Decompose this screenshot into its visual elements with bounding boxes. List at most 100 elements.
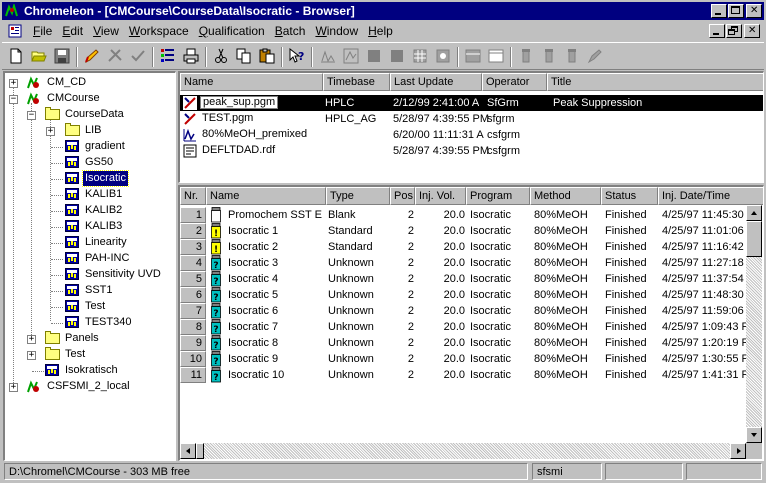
copy-icon[interactable]: [236, 48, 252, 64]
window-view-icon[interactable]: [488, 48, 504, 64]
tree-item-gs50[interactable]: GS50: [5, 155, 175, 171]
context-help-icon[interactable]: ?: [289, 47, 305, 64]
sequence-row[interactable]: 3! Isocratic 2 Standard 2 20.0 Isocratic 80%Me…: [180, 239, 746, 255]
sequence-row[interactable]: 10? Isocratic 9 Unknown 2 20.0 Isocratic 80%Me…: [180, 351, 746, 367]
tree-item-gradient[interactable]: gradient: [5, 139, 175, 155]
sequence-row[interactable]: 5? Isocratic 4 Unknown 2 20.0 Isocratic 80%MeO…: [180, 271, 746, 287]
sequence-table[interactable]: Nr. Name Type Pos Inj. Vol. Program Meth…: [178, 185, 764, 461]
menu-help[interactable]: Help: [363, 24, 398, 38]
menu-workspace[interactable]: Workspace: [124, 24, 194, 38]
expand-icon[interactable]: +: [27, 335, 36, 344]
tree-item-test-folder[interactable]: + Test: [5, 347, 175, 363]
menu-window[interactable]: Window: [310, 24, 363, 38]
menu-edit[interactable]: Edit: [57, 24, 88, 38]
tree-item-cmcourse[interactable]: − CMCourse: [5, 91, 175, 107]
menu-view[interactable]: View: [88, 24, 124, 38]
new-icon[interactable]: [8, 48, 24, 64]
tree-item-sensitivity-uvd[interactable]: Sensitivity UVD: [5, 267, 175, 283]
row-number[interactable]: 6: [180, 287, 206, 303]
title-bar[interactable]: Chromeleon - [CMCourse\CourseData\Isocra…: [2, 2, 764, 20]
scroll-left-button[interactable]: [180, 443, 196, 459]
expand-icon[interactable]: +: [46, 127, 55, 136]
tree-item-test340[interactable]: TEST340: [5, 315, 175, 331]
expand-icon[interactable]: +: [27, 351, 36, 360]
scroll-right-button[interactable]: [730, 443, 746, 459]
tree-item-linearity[interactable]: Linearity: [5, 235, 175, 251]
row-number[interactable]: 3: [180, 239, 206, 255]
row-number[interactable]: 11: [180, 367, 206, 383]
cut-scissors-icon[interactable]: [213, 48, 229, 64]
chromeleon-app-icon[interactable]: [4, 2, 20, 18]
tree-item-panels[interactable]: + Panels: [5, 331, 175, 347]
doc-minimize-button[interactable]: [709, 24, 725, 38]
expand-icon[interactable]: +: [9, 383, 18, 392]
row-number[interactable]: 10: [180, 351, 206, 367]
sequence-row[interactable]: 4? Isocratic 3 Unknown 2 20.0 Isocratic 80%MeO…: [180, 255, 746, 271]
paste-icon[interactable]: [259, 48, 275, 64]
save-disk-icon[interactable]: [54, 48, 70, 64]
header-name[interactable]: Name: [180, 73, 323, 91]
maximize-button[interactable]: [728, 4, 744, 18]
tree-item-isocratic[interactable]: Isocratic: [5, 170, 175, 187]
scroll-down-button[interactable]: [746, 427, 762, 443]
horizontal-scroll-thumb[interactable]: [196, 443, 204, 459]
spectrum-icon[interactable]: [343, 48, 359, 64]
sequence-row[interactable]: 1 Promochem SST Ei Blank 2 20.0 Isocratic 80%M…: [180, 207, 746, 223]
file-row[interactable]: 80%MeOH_premixed 6/20/00 11:11:31 A csfg…: [180, 127, 763, 143]
menu-batch[interactable]: Batch: [270, 24, 311, 38]
header-method[interactable]: Method: [530, 187, 601, 205]
table-view-icon[interactable]: [465, 48, 481, 64]
sequence-row[interactable]: 7? Isocratic 6 Unknown 2 20.0 Isocratic 80%MeO…: [180, 303, 746, 319]
doc-restore-button[interactable]: [726, 24, 742, 38]
tree-item-csfsmi-2-local[interactable]: + CSFSMI_2_local: [5, 379, 175, 395]
row-number[interactable]: 4: [180, 255, 206, 271]
collapse-icon[interactable]: −: [27, 111, 36, 120]
file-list[interactable]: Name Timebase Last Update Operator Title…: [178, 71, 764, 183]
header-operator[interactable]: Operator: [482, 73, 547, 91]
header-program[interactable]: Program: [466, 187, 530, 205]
tree-item-pah-inc[interactable]: PAH-INC: [5, 251, 175, 267]
header-timebase[interactable]: Timebase: [323, 73, 390, 91]
file-row[interactable]: DEFLTDAD.rdf 5/28/97 4:39:55 PM csfgrm: [180, 143, 763, 159]
open-folder-icon[interactable]: [31, 48, 47, 64]
chromatogram-icon[interactable]: [320, 48, 336, 64]
menu-file[interactable]: File: [28, 24, 57, 38]
header-inj-vol[interactable]: Inj. Vol.: [415, 187, 466, 205]
browser-tree[interactable]: + CM_CD − CMCourse − CourseData + LIB gr…: [3, 71, 176, 461]
row-number[interactable]: 5: [180, 271, 206, 287]
grid-icon[interactable]: [412, 48, 428, 64]
header-title[interactable]: Title: [547, 73, 763, 91]
expand-icon[interactable]: +: [9, 79, 18, 88]
tree-item-test[interactable]: Test: [5, 299, 175, 315]
edit-pencil-icon[interactable]: [84, 48, 100, 64]
printer-icon[interactable]: [183, 48, 199, 64]
collapse-icon[interactable]: −: [9, 95, 18, 104]
header-pos[interactable]: Pos: [390, 187, 415, 205]
menu-qualification[interactable]: Qualification: [194, 24, 270, 38]
sequence-row[interactable]: 11? Isocratic 10 Unknown 2 20.0 Isocratic 80%M…: [180, 367, 746, 383]
row-number[interactable]: 7: [180, 303, 206, 319]
header-inj-date[interactable]: Inj. Date/Time: [658, 187, 763, 205]
tree-item-lib[interactable]: + LIB: [5, 123, 175, 139]
sequence-row[interactable]: 9? Isocratic 8 Unknown 2 20.0 Isocratic 80%MeO…: [180, 335, 746, 351]
close-button[interactable]: ✕: [746, 4, 762, 18]
scroll-up-button[interactable]: [746, 205, 762, 221]
sequence-row[interactable]: 8? Isocratic 7 Unknown 2 20.0 Isocratic 80%MeO…: [180, 319, 746, 335]
file-row[interactable]: TEST.pgm HPLC_AG 5/28/97 4:39:55 PM sfgr…: [180, 111, 763, 127]
row-number[interactable]: 9: [180, 335, 206, 351]
vial-edit-icon[interactable]: [587, 48, 603, 64]
row-number[interactable]: 2: [180, 223, 206, 239]
doc-close-button[interactable]: ✕: [744, 24, 760, 38]
tree-item-cm-cd[interactable]: + CM_CD: [5, 75, 175, 91]
row-number[interactable]: 1: [180, 207, 206, 223]
image-icon[interactable]: [435, 48, 451, 64]
row-number[interactable]: 8: [180, 319, 206, 335]
tree-item-kalib3[interactable]: KALIB3: [5, 219, 175, 235]
sequence-row[interactable]: 2! Isocratic 1 Standard 2 20.0 Isocratic 80%Me…: [180, 223, 746, 239]
report-icon[interactable]: [160, 48, 176, 64]
tree-item-isokratisch[interactable]: Isokratisch: [5, 363, 175, 379]
vial-up-icon[interactable]: [518, 48, 534, 64]
document-system-icon[interactable]: [8, 24, 22, 38]
file-row[interactable]: peak_sup.pgm HPLC 2/12/99 2:41:00 A SfGr…: [180, 95, 763, 111]
header-status[interactable]: Status: [601, 187, 658, 205]
